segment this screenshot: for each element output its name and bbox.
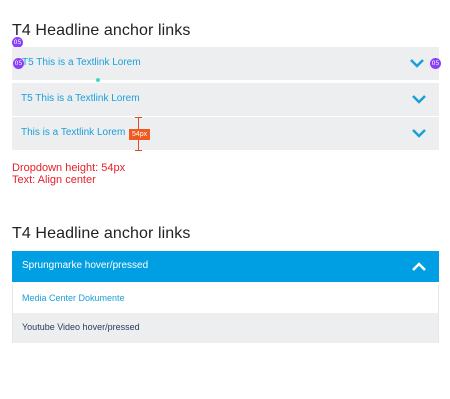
section1-title: T4 Headline anchor links [12, 22, 191, 39]
section2-title: T4 Headline anchor links [12, 225, 191, 242]
teal-marker-dot [96, 78, 100, 82]
chevron-down-icon[interactable] [409, 56, 425, 70]
note-text-align: Text: Align center [12, 174, 96, 186]
accordion-header[interactable]: Sprungmarke hover/pressed [12, 251, 439, 282]
anchor-link-label: T5 This is a Textlink Lorem [22, 57, 141, 68]
measure-tick-bottom [135, 150, 142, 151]
anchor-link-label: This is a Textlink Lorem [21, 127, 126, 138]
chevron-up-icon[interactable] [411, 260, 427, 274]
accordion-item-youtube-video[interactable]: Youtube Video hover/pressed [12, 313, 439, 343]
row-right-marker-dot: 05 [430, 58, 441, 69]
anchor-link-row-2[interactable]: T5 This is a Textlink Lorem [12, 83, 439, 116]
accordion-item-label: Media Center Dokumente [22, 293, 125, 303]
chevron-down-icon[interactable] [411, 126, 427, 140]
anchor-link-row-3[interactable]: This is a Textlink Lorem [12, 117, 439, 150]
chevron-down-icon[interactable] [411, 92, 427, 106]
note-dropdown-height: Dropdown height: 54px [12, 162, 126, 174]
accordion-header-label: Sprungmarke hover/pressed [22, 260, 149, 271]
accordion-item-label: Youtube Video hover/pressed [22, 322, 140, 332]
anchor-link-row-1[interactable]: 05 T5 This is a Textlink Lorem 05 [12, 47, 441, 80]
anchor-link-label: T5 This is a Textlink Lorem [21, 93, 140, 104]
measure-badge: 54px [129, 129, 151, 140]
accordion-item-media-center[interactable]: Media Center Dokumente [12, 284, 439, 313]
